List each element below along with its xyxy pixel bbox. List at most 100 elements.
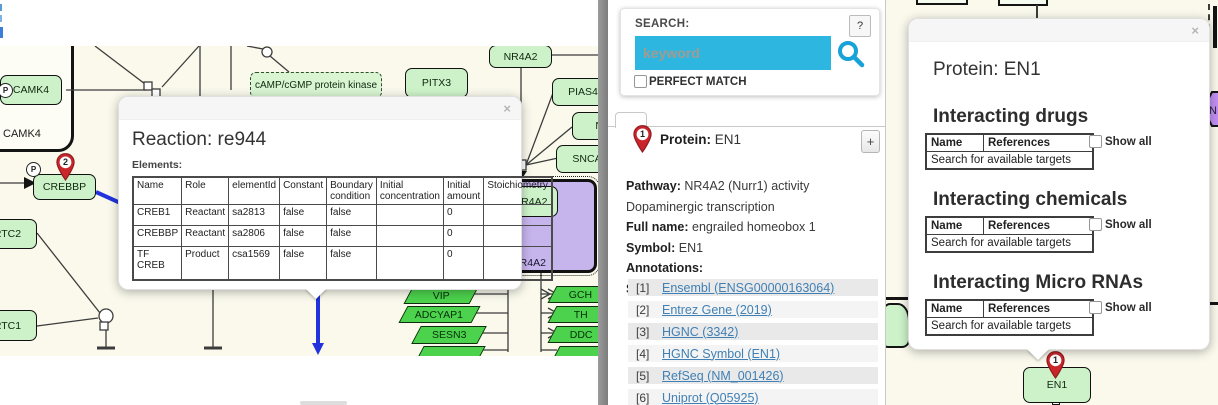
col-init-amount: Initial amount [443,177,483,205]
annotation-list: [1] Ensembl (ENSG00000163064) [2] Entrez… [628,279,878,405]
popup-pointer [1027,349,1049,360]
list-item: [6] Uniprot (Q05925) [628,389,878,405]
rna-sesn3[interactable]: SESN3 [411,326,487,344]
section-heading-drugs: Interacting drugs [933,106,1088,128]
show-all-checkbox[interactable] [1089,218,1102,231]
compartment-label: CAMK4 [3,128,41,140]
annotation-link[interactable]: Uniprot (Q05925) [662,391,759,405]
col-constant: Constant [280,177,327,205]
result-pin-icon: 1 [633,125,652,153]
annotation-link[interactable]: Entrez Gene (2019) [662,303,772,317]
annotation-link[interactable]: HGNC (3342) [662,325,738,339]
show-all-checkbox[interactable] [1089,301,1102,314]
elements-label: Elements: [132,159,182,171]
pin-count: 1 [633,129,652,139]
table-header-row: Name References [926,134,1093,152]
perfect-match-label: PERFECT MATCH [649,76,747,88]
popup-titlebar [119,97,521,120]
node-cut-right [1213,6,1217,48]
table-header-row: Name References [926,217,1093,235]
section-heading-mirnas: Interacting Micro RNAs [933,272,1143,294]
table-row: Search for available targets [926,235,1093,253]
add-button[interactable]: + [861,130,880,153]
node-snca[interactable]: SNCA [556,145,598,173]
col-boundary: Boundary condition [327,177,377,205]
search-icon[interactable] [835,38,865,68]
phospho-badge-crebbp: P [26,162,41,177]
pathway-map-left[interactable]: CAMK4 CAMK4 P CREBBP P 2 RTC2 RTC1 cAMP/… [0,0,598,405]
list-item: [4] HGNC Symbol (EN1) [628,345,878,362]
table-row: Search for available targets [926,318,1093,336]
search-input[interactable] [635,36,831,70]
table-row: CREBBPReactant sa2806false false 0 [133,226,552,247]
map-pin-crebbp[interactable]: 2 [56,153,75,181]
ui-fragment-icon [0,4,2,11]
show-all-row: Show all [1089,301,1152,314]
map-bottom-mask [0,356,598,405]
node-rtc2[interactable]: RTC2 [0,219,37,249]
node-nc[interactable]: NC [572,112,598,140]
show-all-label: Show all [1105,219,1152,231]
show-all-checkbox[interactable] [1089,135,1102,148]
symbol-field: Symbol: EN1 [626,238,884,259]
perfect-match-row: PERFECT MATCH [634,75,747,88]
search-label: SEARCH: [635,18,690,30]
svg-text:N: N [1209,105,1217,117]
interacting-targets-popup: × Protein: EN1 Interacting drugs Name Re… [908,18,1210,350]
show-all-label: Show all [1105,136,1152,148]
col-name: Name [133,177,182,205]
result-name: EN1 [715,132,741,147]
annotation-index: [2] [628,303,662,317]
table-row: Search for available targets [926,152,1093,170]
annotation-link[interactable]: Ensembl (ENSG00000163064) [662,281,834,295]
pathway-field: Pathway: NR4A2 (Nurr1) activity Dopamine… [626,176,884,217]
table-header-row: Name Role elementId Constant Boundary co… [133,177,552,205]
target-popup-title: Protein: EN1 [933,59,1041,81]
close-icon[interactable]: × [503,102,511,115]
annotation-index: [3] [628,325,662,339]
annotations-label: Annotations: [626,258,884,279]
fullname-field: Full name: engrailed homeobox 1 [626,217,884,238]
result-title: Protein: EN1 [660,132,741,147]
rna-ddc[interactable]: DDC [547,326,598,343]
section-heading-chemicals: Interacting chemicals [933,189,1127,211]
drugs-table: Name References Search for available tar… [925,133,1094,170]
node-cut-gene[interactable] [886,303,910,348]
rna-th[interactable]: TH [547,306,598,323]
table-header-row: Name References [926,300,1093,318]
help-button[interactable]: ? [849,15,871,37]
reaction-popup: × Reaction: re944 Elements: Name Role el… [118,96,522,290]
col-role: Role [182,177,229,205]
search-targets-cell[interactable]: Search for available targets [926,235,1093,253]
result-type-label: Protein: [660,132,711,147]
ui-fragment-control [300,401,347,405]
annotation-index: [1] [628,281,662,295]
popup-titlebar [909,19,1209,42]
app: CAMK4 CAMK4 P CREBBP P 2 RTC2 RTC1 cAMP/… [0,0,1218,405]
table-row: TF CREBProduct csa1569false false 0 [133,247,552,280]
close-icon[interactable]: × [1191,24,1199,37]
node-rtc1[interactable]: RTC1 [0,310,37,341]
col-stoichiometry: Stoichiometry [484,177,552,205]
annotation-index: [4] [628,347,662,361]
node-cut-top-2 [998,0,1048,6]
show-all-label: Show all [1105,302,1152,314]
annotation-link[interactable]: HGNC Symbol (EN1) [662,347,780,361]
list-item: [3] HGNC (3342) [628,323,878,340]
annotation-index: [6] [628,391,662,405]
chemicals-table: Name References Search for available tar… [925,216,1094,253]
pin-count: 2 [56,157,75,167]
annotation-index: [5] [628,369,662,383]
node-nr4a2[interactable]: NR4A2 [489,45,552,68]
perfect-match-checkbox[interactable] [634,75,647,88]
rna-adcyap1[interactable]: ADCYAP1 [398,306,480,323]
node-camp-cgmp-protein-kinase[interactable]: cAMP/cGMP protein kinase [250,72,382,98]
search-targets-cell[interactable]: Search for available targets [926,152,1093,170]
rna-gch[interactable]: GCH [547,286,598,303]
panel-divider[interactable] [598,0,608,405]
node-pias4[interactable]: PIAS4 [552,78,598,106]
node-pitx3[interactable]: PITX3 [405,68,468,98]
node-cut-top-1 [916,0,968,5]
search-targets-cell[interactable]: Search for available targets [926,318,1093,336]
annotation-link[interactable]: RefSeq (NM_001426) [662,369,784,383]
